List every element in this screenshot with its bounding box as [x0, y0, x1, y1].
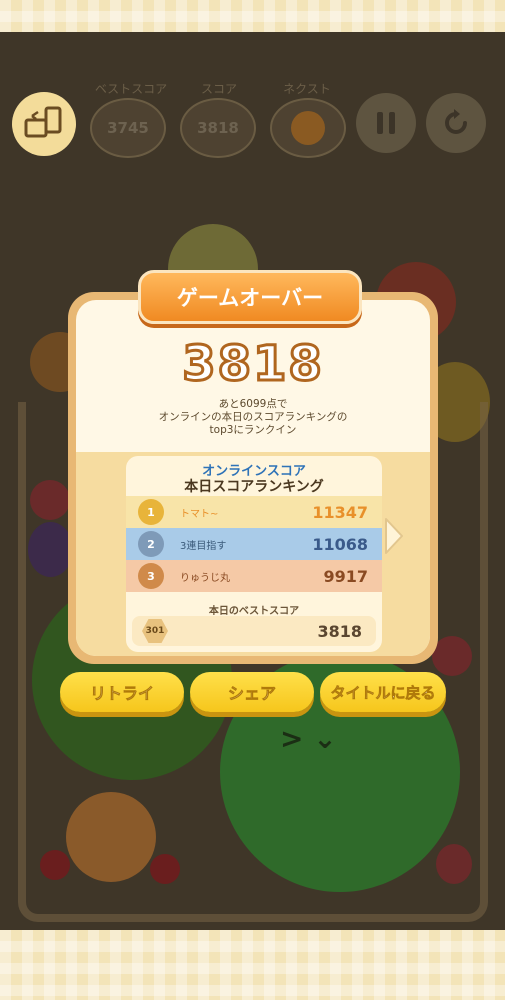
best-score-value: 3745 [107, 119, 149, 137]
back-to-title-label: タイトルに戻る [330, 683, 436, 702]
best-score-label: ベストスコア [94, 82, 168, 96]
game-over-title: ゲームオーバー [138, 270, 362, 324]
chevron-right-icon[interactable] [383, 516, 405, 556]
ranking-row-3: 3 りゅうじ丸 9917 [126, 560, 382, 592]
back-to-title-button[interactable]: タイトルに戻る [320, 672, 446, 712]
rank-number: 1 [147, 505, 155, 519]
player-name: トマト~ [180, 508, 219, 520]
next-label: ネクスト [283, 82, 331, 96]
game-over-dialog: 3818 あと6099点で オンラインの本日のスコアランキングの top3にラン… [68, 292, 438, 664]
message-line-1: あと6099点で [218, 398, 288, 410]
title-text: ゲームオーバー [176, 286, 324, 310]
message-line-3: top3にランクイン [209, 424, 297, 436]
pause-icon [377, 112, 395, 134]
device-switch-icon [24, 106, 62, 138]
player-score: 11068 [312, 534, 368, 554]
share-button[interactable]: シェア [190, 672, 314, 712]
bronze-medal-icon: 3 [138, 563, 164, 589]
player-name: りゅうじ丸 [180, 572, 230, 584]
rank-number: 2 [147, 537, 155, 551]
next-orange-icon [291, 111, 325, 145]
retry-label: リトライ [89, 684, 155, 704]
gold-medal-icon: 1 [138, 499, 164, 525]
today-best-label: 本日のベストスコア [208, 606, 300, 617]
final-score: 3818 [181, 335, 324, 394]
score-label: スコア [200, 82, 237, 96]
ranking-row-2: 2 3連目指す 11068 [126, 528, 382, 560]
retry-button[interactable]: リトライ [60, 672, 184, 712]
silver-medal-icon: 2 [138, 531, 164, 557]
player-score: 9917 [323, 566, 368, 586]
ranking-message: あと6099点で オンラインの本日のスコアランキングの top3にランクイン [76, 398, 430, 437]
next-fruit-bubble [270, 98, 346, 158]
ranking-panel: オンラインスコア 本日スコアランキング 1 トマト~ 11347 2 3連目指す… [126, 456, 382, 652]
today-ranking-heading: 本日スコアランキング [184, 479, 324, 495]
best-score-bubble: 3745 [90, 98, 166, 158]
player-score: 11347 [312, 502, 368, 522]
switch-screen-button[interactable] [12, 92, 76, 156]
best-score: 3818 [317, 621, 362, 641]
player-name: 3連目指す [180, 540, 227, 552]
bottom-pattern-band [0, 930, 505, 1000]
rank-hexagon-icon: 301 [142, 619, 168, 643]
dialog-panel: 3818 あと6099点で オンラインの本日のスコアランキングの top3にラン… [76, 300, 430, 656]
ranking-row-1: 1 トマト~ 11347 [126, 496, 382, 528]
restart-icon [445, 109, 467, 134]
best-rank: 301 [145, 626, 165, 636]
pause-button[interactable] [356, 93, 416, 153]
score-bubble: 3818 [180, 98, 256, 158]
share-label: シェア [227, 684, 277, 704]
rank-number: 3 [147, 569, 155, 583]
top-pattern-band [0, 0, 505, 32]
score-value: 3818 [197, 119, 239, 137]
today-best-row: 301 3818 [132, 616, 376, 646]
message-line-2: オンラインの本日のスコアランキングの [158, 411, 348, 423]
restart-button[interactable] [426, 93, 486, 153]
